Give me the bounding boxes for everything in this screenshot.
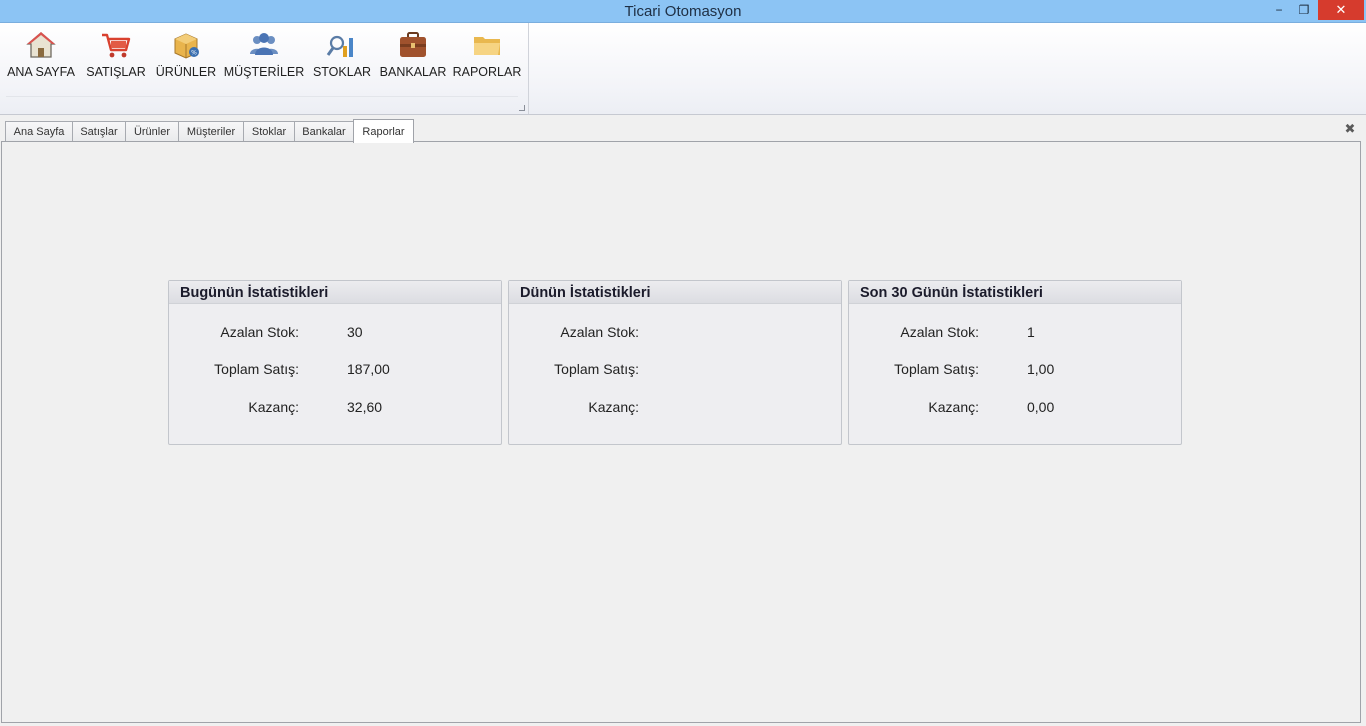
- ribbon-button-raporlar[interactable]: RAPORLAR: [453, 29, 521, 85]
- tab-satislar[interactable]: Satışlar: [72, 121, 126, 142]
- window-title: Ticari Otomasyon: [624, 3, 742, 20]
- ribbon-label: BANKALAR: [379, 65, 447, 79]
- document-tab-strip: Ana Sayfa Satışlar Ürünler Müşteriler St…: [0, 116, 1366, 143]
- ribbon-group-main: ANA SAYFA SATIŞLAR % ÜRÜNLER MÜŞTERİLER …: [0, 23, 529, 114]
- tab-urunler[interactable]: Ürünler: [125, 121, 179, 142]
- stat-row-toplam-satis: Toplam Satış:: [509, 361, 841, 381]
- cart-icon: [102, 33, 131, 58]
- stat-value: 0,00: [1027, 399, 1055, 415]
- stat-label: Azalan Stok:: [560, 324, 639, 340]
- ribbon: ANA SAYFA SATIŞLAR % ÜRÜNLER MÜŞTERİLER …: [0, 23, 1366, 115]
- stat-label: Toplam Satış:: [894, 361, 979, 377]
- stat-row-kazanc: Kazanç:: [509, 399, 841, 419]
- home-icon: [26, 32, 56, 58]
- panel-title: Son 30 Günün İstatistikleri: [849, 281, 1181, 304]
- stock-chart-icon: [326, 35, 353, 57]
- ribbon-label: ANA SAYFA: [7, 65, 75, 79]
- restore-button[interactable]: ❐: [1292, 0, 1316, 20]
- stat-label: Kazanç:: [248, 399, 299, 415]
- close-tab-icon[interactable]: ✖: [1343, 122, 1357, 136]
- stat-label: Azalan Stok:: [900, 324, 979, 340]
- stat-value: 30: [347, 324, 363, 340]
- stat-label: Toplam Satış:: [214, 361, 299, 377]
- ribbon-label: ÜRÜNLER: [155, 65, 217, 79]
- stat-value: 32,60: [347, 399, 383, 415]
- stat-value: 1: [1027, 324, 1035, 340]
- panel-last-30-days-stats: Son 30 Günün İstatistikleri Azalan Stok:…: [848, 280, 1182, 445]
- ribbon-divider: [6, 96, 518, 97]
- stat-row-toplam-satis: Toplam Satış: 187,00: [169, 361, 501, 381]
- ribbon-button-stoklar[interactable]: STOKLAR: [311, 29, 373, 85]
- stat-value: 1,00: [1027, 361, 1055, 377]
- ribbon-label: RAPORLAR: [452, 65, 522, 79]
- ribbon-label: SATIŞLAR: [86, 65, 146, 79]
- stat-row-azalan-stok: Azalan Stok: 1: [849, 324, 1181, 344]
- svg-text:%: %: [191, 50, 197, 57]
- ribbon-button-urunler[interactable]: % ÜRÜNLER: [155, 29, 217, 85]
- panel-today-stats: Bugünün İstatistikleri Azalan Stok: 30 T…: [168, 280, 502, 445]
- tab-raporlar[interactable]: Raporlar: [353, 119, 414, 143]
- stat-label: Kazanç:: [928, 399, 979, 415]
- panel-title: Dünün İstatistikleri: [509, 281, 841, 304]
- title-bar: Ticari Otomasyon − ❐ ✕: [0, 0, 1366, 23]
- panel-title: Bugünün İstatistikleri: [169, 281, 501, 304]
- ribbon-label: MÜŞTERİLER: [223, 65, 305, 79]
- stat-label: Kazanç:: [588, 399, 639, 415]
- tab-bankalar[interactable]: Bankalar: [294, 121, 354, 142]
- close-window-button[interactable]: ✕: [1318, 0, 1364, 20]
- stat-row-toplam-satis: Toplam Satış: 1,00: [849, 361, 1181, 381]
- ribbon-button-bankalar[interactable]: BANKALAR: [380, 29, 446, 85]
- tab-ana-sayfa[interactable]: Ana Sayfa: [5, 121, 73, 142]
- stat-row-kazanc: Kazanç: 0,00: [849, 399, 1181, 419]
- ribbon-button-ana-sayfa[interactable]: ANA SAYFA: [6, 29, 76, 85]
- stat-row-kazanc: Kazanç: 32,60: [169, 399, 501, 419]
- folder-icon: [474, 37, 500, 55]
- tab-musteriler[interactable]: Müşteriler: [178, 121, 244, 142]
- stat-value: 187,00: [347, 361, 390, 377]
- stat-label: Azalan Stok:: [220, 324, 299, 340]
- ribbon-group-launcher[interactable]: [519, 105, 525, 111]
- ribbon-label: STOKLAR: [312, 65, 372, 79]
- stat-row-azalan-stok: Azalan Stok: 30: [169, 324, 501, 344]
- box-icon: %: [174, 33, 199, 59]
- users-icon: [250, 33, 278, 55]
- panel-yesterday-stats: Dünün İstatistikleri Azalan Stok: Toplam…: [508, 280, 842, 445]
- ribbon-button-satislar[interactable]: SATIŞLAR: [84, 29, 148, 85]
- tab-stoklar[interactable]: Stoklar: [243, 121, 295, 142]
- stat-label: Toplam Satış:: [554, 361, 639, 377]
- stat-row-azalan-stok: Azalan Stok:: [509, 324, 841, 344]
- ribbon-button-musteriler[interactable]: MÜŞTERİLER: [224, 29, 304, 85]
- briefcase-icon: [400, 32, 426, 57]
- minimize-button[interactable]: −: [1268, 0, 1290, 20]
